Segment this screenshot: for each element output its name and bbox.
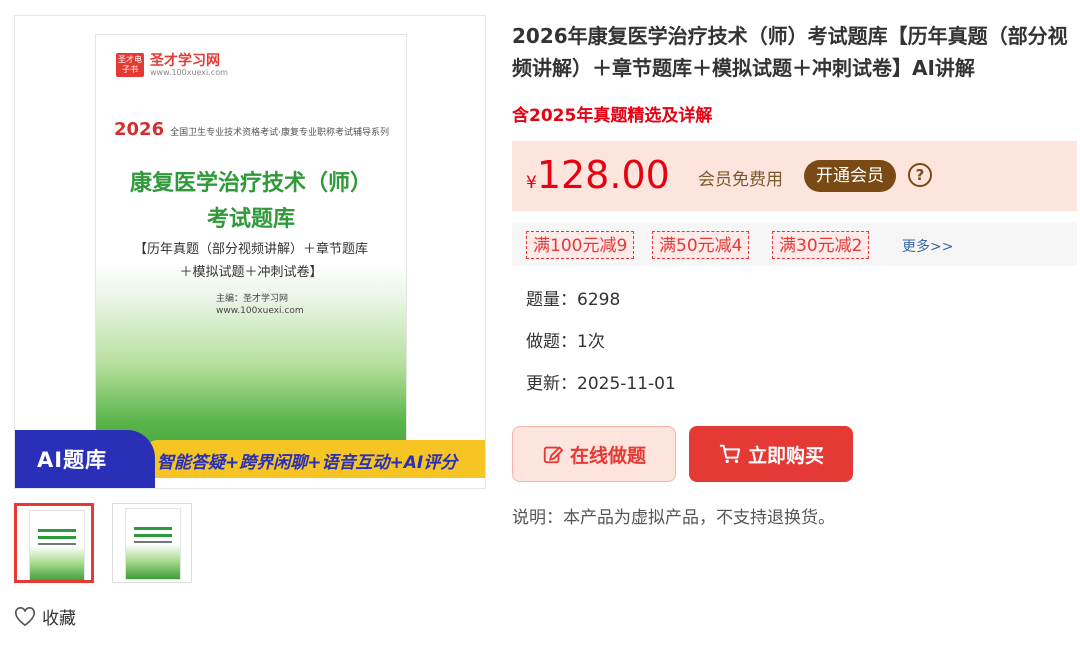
favorite-button[interactable]: 收藏: [14, 604, 76, 629]
coupon-3[interactable]: 满30元减2: [772, 231, 870, 259]
price-bar: ¥128.00 会员免费用 开通会员 ?: [512, 141, 1077, 211]
cover-title-3: 【历年真题（部分视频讲解）＋章节题库: [133, 242, 368, 257]
cover-title-2: 考试题库: [206, 207, 295, 232]
cover-series: 全国卫生专业技术资格考试·康复专业职称考试辅导系列: [170, 128, 389, 138]
brand-mark: 圣才电子书: [116, 53, 144, 77]
price-value: 128.00: [536, 153, 670, 197]
brand-name: 圣才学习网: [150, 52, 220, 69]
thumbnail-1-cover: [29, 510, 85, 580]
cover-title-1: 康复医学治疗技术（师）: [129, 171, 372, 196]
help-icon[interactable]: ?: [908, 163, 932, 187]
ai-banner-label: AI题库: [15, 430, 155, 488]
book-cover: 圣才电子书 圣才学习网 www.100xuexi.com 2026 全国卫生专业…: [95, 34, 407, 476]
thumbnail-2-cover: [125, 508, 181, 580]
series-line: 2026 全国卫生专业技术资格考试·康复专业职称考试辅导系列: [114, 119, 389, 140]
price: ¥128.00: [526, 153, 670, 197]
brand-url: www.100xuexi.com: [150, 67, 228, 77]
thumbnail-2[interactable]: [112, 503, 192, 583]
stat-label: 做题：: [526, 332, 577, 352]
cover-editor: 主编：圣才学习网 www.100xuexi.com: [216, 293, 304, 317]
stat-value: 1次: [577, 332, 605, 352]
brand-logo: 圣才电子书 圣才学习网 www.100xuexi.com: [116, 53, 228, 77]
stat-value: 2025-11-01: [577, 374, 676, 394]
cover-title-4: ＋模拟试题＋冲刺试卷】: [179, 265, 323, 280]
ai-banner-features: 智能答疑+跨界闲聊+语音互动+AI评分: [147, 440, 485, 478]
stat-attempts: 做题：1次: [526, 327, 605, 352]
price-currency: ¥: [526, 173, 537, 193]
stat-question-count: 题量：6298: [526, 285, 620, 310]
coupon-2[interactable]: 满50元减4: [652, 231, 750, 259]
product-subtitle: 含2025年真题精选及详解: [512, 106, 713, 126]
product-main-image[interactable]: 圣才电子书 圣才学习网 www.100xuexi.com 2026 全国卫生专业…: [14, 15, 486, 489]
ai-banner-features-text: 智能答疑+跨界闲聊+语音互动+AI评分: [157, 453, 458, 473]
refund-note: 说明：本产品为虚拟产品，不支持退换货。: [512, 508, 835, 528]
online-practice-label: 在线做题: [569, 444, 646, 467]
stat-label: 更新：: [526, 374, 577, 394]
cover-editor-url: www.100xuexi.com: [216, 306, 304, 316]
ai-banner: 智能答疑+跨界闲聊+语音互动+AI评分 AI题库: [15, 430, 485, 488]
coupon-bar: 满100元减9 满50元减4 满30元减2 更多>>: [512, 223, 1077, 266]
stat-value: 6298: [577, 290, 621, 310]
stat-label: 题量：: [526, 290, 577, 310]
heart-icon: [15, 606, 35, 626]
online-practice-button[interactable]: 在线做题: [512, 426, 676, 482]
buy-now-label: 立即购买: [747, 444, 824, 467]
cover-year: 2026: [114, 119, 165, 140]
thumbnail-1[interactable]: [14, 503, 94, 583]
ai-banner-label-text: AI题库: [37, 448, 108, 472]
cover-editor-name: 主编：圣才学习网: [216, 294, 289, 304]
coupon-1[interactable]: 满100元减9: [526, 231, 635, 259]
edit-icon: [543, 446, 564, 464]
product-title: 2026年康复医学治疗技术（师）考试题库【历年真题（部分视频讲解）＋章节题库＋模…: [512, 24, 1068, 80]
open-membership-button[interactable]: 开通会员: [804, 160, 896, 192]
stat-updated: 更新：2025-11-01: [526, 369, 676, 394]
member-free-text: 会员免费用: [698, 170, 783, 190]
buy-now-button[interactable]: 立即购买: [689, 426, 853, 482]
cart-icon: [719, 444, 741, 463]
favorite-label: 收藏: [42, 609, 76, 629]
more-coupons-link[interactable]: 更多>>: [902, 236, 953, 256]
